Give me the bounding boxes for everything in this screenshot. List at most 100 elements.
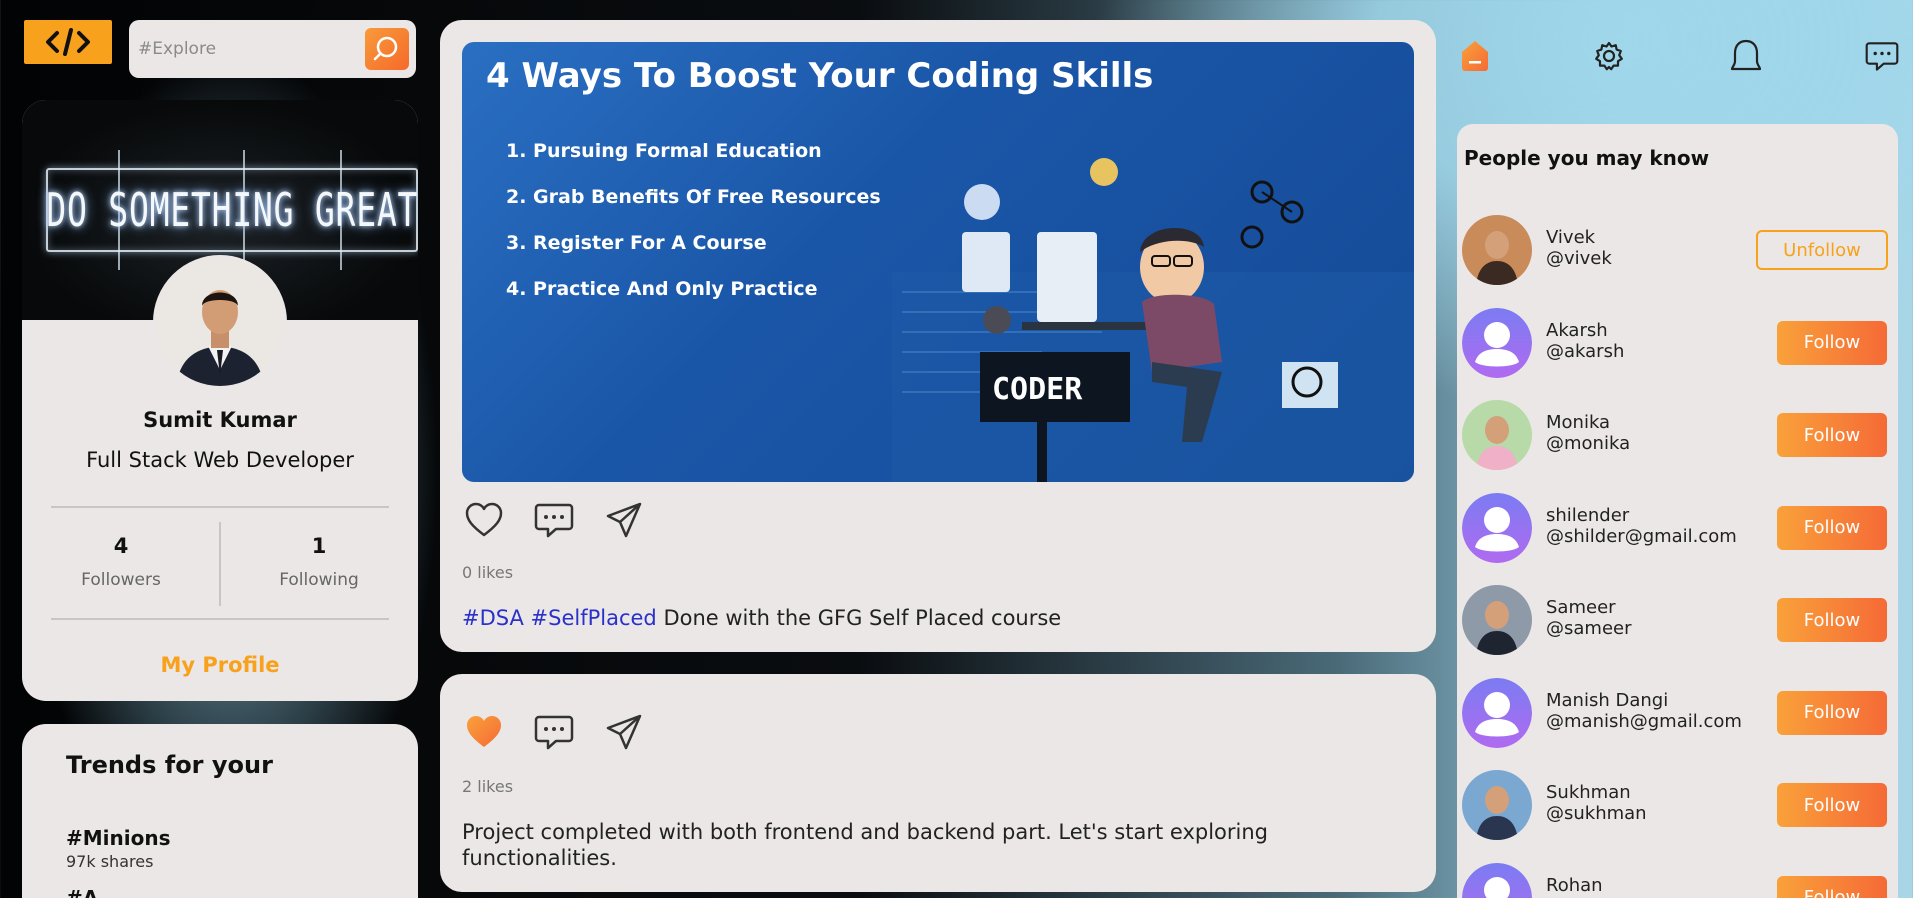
person-handle: @manish@gmail.com bbox=[1546, 710, 1742, 732]
person-handle: @akarsh bbox=[1546, 340, 1625, 362]
person-row: Sameer @sameer Follow bbox=[1462, 585, 1892, 655]
person-avatar[interactable] bbox=[1462, 400, 1532, 470]
search-bar bbox=[129, 20, 416, 78]
person-row: Sukhman @sukhman Follow bbox=[1462, 770, 1892, 840]
person-row: Vivek @vivek Unfollow bbox=[1462, 215, 1892, 285]
follow-button[interactable]: Follow bbox=[1777, 875, 1887, 898]
followers-count: 4 bbox=[113, 534, 129, 558]
post-caption: #DSA #SelfPlaced Done with the GFG Self … bbox=[462, 605, 1061, 631]
share-button[interactable] bbox=[602, 710, 646, 754]
person-avatar[interactable] bbox=[1462, 492, 1532, 563]
gear-icon bbox=[1595, 41, 1623, 71]
post-card: 2 likes Project completed with both fron… bbox=[440, 674, 1436, 892]
profile-card: DO SOMETHING GREAT Sumit Kumar Full Stac… bbox=[22, 100, 418, 701]
trend-tag: #Minions bbox=[66, 826, 171, 850]
profile-name: Sumit Kumar bbox=[143, 408, 297, 432]
following-label: Following bbox=[279, 570, 359, 590]
app-logo[interactable] bbox=[24, 20, 112, 64]
post-caption: Project completed with both frontend and… bbox=[462, 820, 1268, 871]
person-avatar[interactable] bbox=[1462, 215, 1532, 285]
profile-role: Full Stack Web Developer bbox=[86, 448, 354, 472]
post-caption-text: Done with the GFG Self Placed course bbox=[656, 606, 1062, 630]
heart-icon bbox=[467, 716, 501, 747]
person-avatar[interactable] bbox=[1462, 677, 1532, 748]
post-image-title: 4 Ways To Boost Your Coding Skills bbox=[486, 56, 1154, 96]
bell-icon bbox=[1730, 39, 1762, 71]
divider bbox=[51, 618, 389, 620]
follow-button[interactable]: Follow bbox=[1777, 783, 1887, 827]
profile-avatar[interactable] bbox=[153, 255, 287, 389]
comment-button[interactable] bbox=[532, 498, 576, 542]
post-actions bbox=[462, 710, 646, 754]
person-handle: @shilder@gmail.com bbox=[1546, 525, 1737, 547]
cover-text: DO SOMETHING GREAT bbox=[46, 183, 418, 237]
trend-shares: 97k shares bbox=[66, 852, 154, 871]
person-row: Manish Dangi @manish@gmail.com Follow bbox=[1462, 677, 1892, 748]
person-name: Akarsh bbox=[1546, 319, 1608, 341]
send-icon bbox=[606, 502, 642, 538]
heart-icon bbox=[465, 502, 503, 537]
person-avatar[interactable] bbox=[1462, 585, 1532, 655]
trend-item[interactable]: #A bbox=[66, 886, 98, 898]
person-avatar[interactable] bbox=[1462, 770, 1532, 840]
home-button[interactable] bbox=[1455, 36, 1495, 76]
people-title: People you may know bbox=[1464, 146, 1710, 170]
comment-button[interactable] bbox=[532, 710, 576, 754]
person-avatar[interactable] bbox=[1462, 307, 1532, 378]
trend-item[interactable]: #Minions 97k shares bbox=[66, 826, 171, 871]
person-row: shilender @shilder@gmail.com Follow bbox=[1462, 492, 1892, 563]
cover-neon-sign: DO SOMETHING GREAT bbox=[46, 150, 418, 270]
person-name: Rohan bbox=[1546, 874, 1603, 896]
following-stat[interactable]: 1 Following bbox=[220, 534, 418, 590]
search-icon bbox=[373, 36, 398, 61]
person-handle: @sukhman bbox=[1546, 803, 1647, 824]
like-button[interactable] bbox=[462, 498, 506, 542]
messages-button[interactable] bbox=[1862, 36, 1902, 76]
trend-tag: #A bbox=[66, 886, 99, 898]
person-handle: @sameer bbox=[1546, 618, 1632, 639]
home-icon bbox=[1462, 41, 1488, 71]
follow-button[interactable]: Follow bbox=[1777, 598, 1887, 642]
trends-card: Trends for your #Minions 97k shares #A bbox=[22, 724, 418, 898]
comment-icon bbox=[534, 715, 574, 750]
notifications-button[interactable] bbox=[1726, 36, 1766, 76]
person-name: Sukhman bbox=[1546, 782, 1631, 803]
post-image-list-item: 4. Practice And Only Practice bbox=[506, 278, 818, 300]
person-name: Manish Dangi bbox=[1546, 689, 1669, 711]
follow-button[interactable]: Follow bbox=[1777, 505, 1887, 550]
follow-button[interactable]: Follow bbox=[1777, 320, 1887, 365]
search-button[interactable] bbox=[365, 28, 409, 70]
post-hashtags[interactable]: #DSA #SelfPlaced bbox=[462, 606, 657, 630]
post-image[interactable]: 4 Ways To Boost Your Coding Skills 1. Pu… bbox=[462, 42, 1414, 482]
code-logo-icon bbox=[46, 28, 90, 56]
person-name: shilender bbox=[1546, 504, 1630, 526]
person-avatar[interactable] bbox=[1462, 862, 1532, 898]
divider bbox=[51, 506, 389, 508]
post-card: 4 Ways To Boost Your Coding Skills 1. Pu… bbox=[440, 20, 1436, 652]
person-name: Vivek bbox=[1546, 227, 1596, 248]
follow-button[interactable]: Follow bbox=[1777, 690, 1887, 735]
likes-count: 2 likes bbox=[462, 777, 514, 796]
trends-title: Trends for your bbox=[66, 751, 273, 779]
search-input[interactable] bbox=[138, 39, 358, 59]
my-profile-link[interactable]: My Profile bbox=[22, 653, 418, 677]
people-you-may-know-card: People you may know Vivek @vivek Unfollow A… bbox=[1457, 124, 1898, 898]
person-handle: @monika bbox=[1546, 433, 1631, 454]
settings-button[interactable] bbox=[1589, 36, 1629, 76]
comment-icon bbox=[534, 503, 574, 538]
follow-button[interactable]: Follow bbox=[1777, 413, 1887, 457]
post-actions bbox=[462, 498, 646, 542]
share-button[interactable] bbox=[602, 498, 646, 542]
person-name: Monika bbox=[1546, 412, 1611, 433]
person-handle: @vivek bbox=[1546, 248, 1612, 269]
post-image-coder-label: CODER bbox=[992, 372, 1083, 407]
post-image-list-item: 2. Grab Benefits Of Free Resources bbox=[506, 186, 881, 208]
followers-label: Followers bbox=[81, 570, 161, 590]
post-image-list: 1. Pursuing Formal Education 2. Grab Ben… bbox=[506, 140, 881, 324]
person-row: Monika @monika Follow bbox=[1462, 400, 1892, 470]
unfollow-button[interactable]: Unfollow bbox=[1756, 230, 1888, 270]
followers-stat[interactable]: 4 Followers bbox=[22, 534, 220, 590]
person-row: Akarsh @akarsh Follow bbox=[1462, 307, 1892, 378]
likes-count: 0 likes bbox=[462, 563, 514, 582]
like-button[interactable] bbox=[462, 710, 506, 754]
